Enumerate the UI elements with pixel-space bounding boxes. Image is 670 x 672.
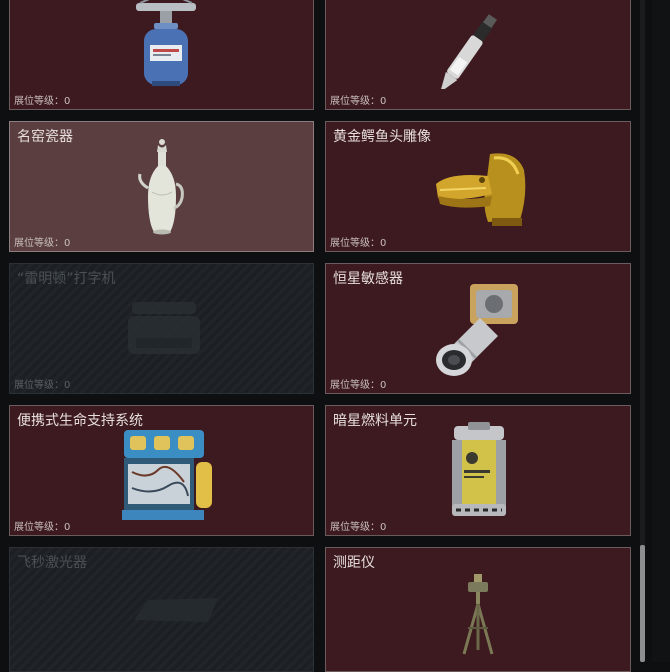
item-title: 飞秒激光器 xyxy=(17,555,87,571)
star-sensor-icon xyxy=(436,284,518,376)
item-card-fuel-cell[interactable]: 暗星燃料单元 展位等级：0 xyxy=(325,405,631,536)
item-card-femtosecond-laser[interactable]: 飞秒激光器 xyxy=(9,547,314,672)
life-support-system-icon xyxy=(122,430,212,520)
item-title: “雷明顿”打字机 xyxy=(17,271,116,287)
item-card-rangefinder[interactable]: 测距仪 xyxy=(325,547,631,672)
golden-crocodile-head-icon xyxy=(436,153,526,226)
item-card-knife-pen[interactable]: 展位等级：0 xyxy=(325,0,631,110)
item-title: 黄金鳄鱼头雕像 xyxy=(333,129,431,145)
exhibit-level-label: 展位等级：0 xyxy=(14,522,71,533)
femtosecond-laser-icon xyxy=(134,598,218,622)
knife-pen-icon xyxy=(440,14,498,89)
item-title: 测距仪 xyxy=(333,555,375,571)
rangefinder-tripod-icon xyxy=(462,574,494,655)
item-card-golden-crocodile[interactable]: 黄金鳄鱼头雕像 展位等级：0 xyxy=(325,121,631,252)
exhibit-level-label: 展位等级：0 xyxy=(330,522,387,533)
item-title: 暗星燃料单元 xyxy=(333,413,417,429)
exhibit-level-label: 展位等级：0 xyxy=(14,238,71,249)
item-title: 名窑瓷器 xyxy=(17,129,73,145)
collection-grid: 展位等级：0 展位等级：0 名窑瓷器 展位等级：0 黄金鳄鱼头雕像 展位等级：0… xyxy=(0,0,670,672)
scrollbar[interactable] xyxy=(640,0,645,662)
scrollbar-thumb[interactable] xyxy=(640,545,645,662)
exhibit-level-label: 展位等级：0 xyxy=(14,380,71,391)
item-title: 恒星敏感器 xyxy=(333,271,403,287)
fuel-cell-icon xyxy=(452,422,506,516)
item-card-star-sensor[interactable]: 恒星敏感器 展位等级：0 xyxy=(325,263,631,394)
item-card-porcelain[interactable]: 名窑瓷器 展位等级：0 xyxy=(9,121,314,252)
exhibit-level-label: 展位等级：0 xyxy=(330,238,387,249)
right-panel-edge xyxy=(652,0,670,662)
gas-canister-icon xyxy=(136,0,196,86)
item-card-typewriter[interactable]: “雷明顿”打字机 展位等级：0 xyxy=(9,263,314,394)
porcelain-vase-icon xyxy=(138,139,184,235)
exhibit-level-label: 展位等级：0 xyxy=(14,96,71,107)
exhibit-level-label: 展位等级：0 xyxy=(330,96,387,107)
exhibit-level-label: 展位等级：0 xyxy=(330,380,387,391)
item-card-gas-canister[interactable]: 展位等级：0 xyxy=(9,0,314,110)
typewriter-icon xyxy=(128,302,200,354)
item-card-life-support[interactable]: 便携式生命支持系统 展位等级：0 xyxy=(9,405,314,536)
